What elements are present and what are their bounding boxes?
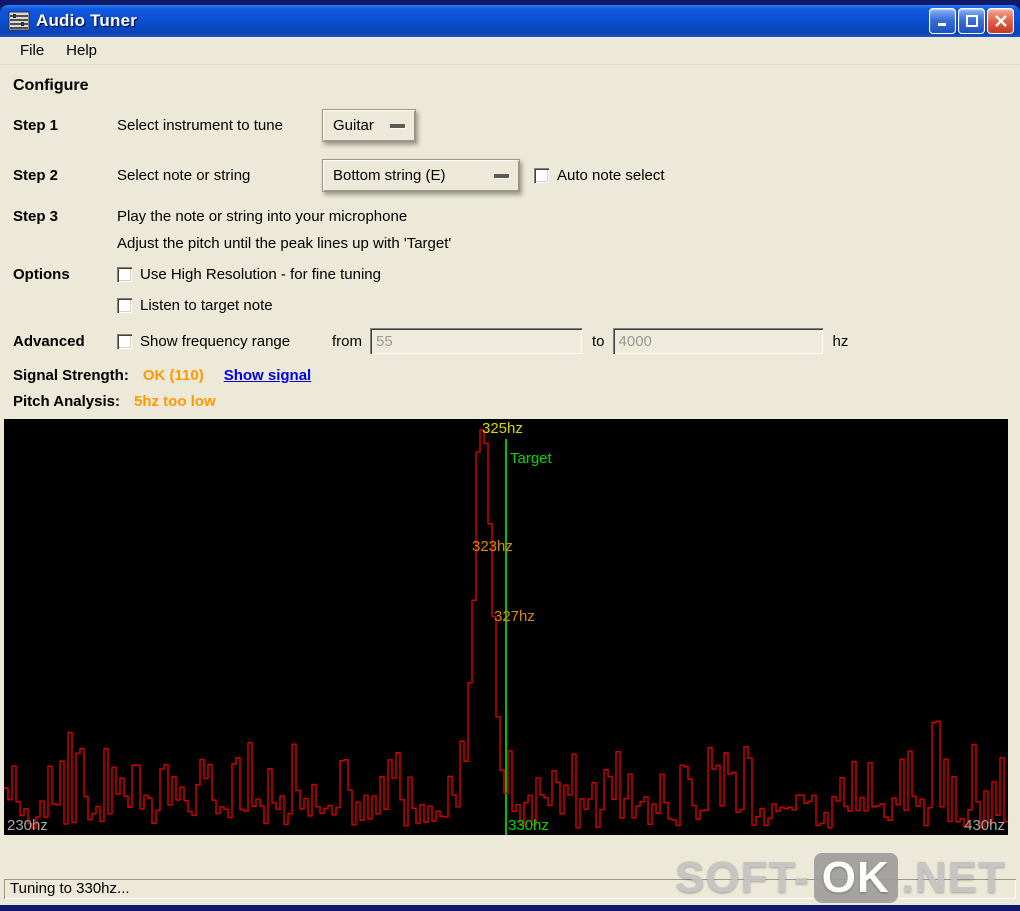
close-button[interactable] [987,8,1014,34]
title-bar[interactable]: Audio Tuner [0,5,1020,37]
menu-file[interactable]: File [10,39,54,62]
auto-note-checkbox[interactable] [534,168,549,183]
status-text: Tuning to 330hz... [4,879,1016,899]
spectrum-display: 325hz Target 323hz 327hz 230hz 330hz 430… [4,419,1008,835]
options-row: Options Use High Resolution - for fine t… [13,266,1016,283]
menu-help[interactable]: Help [56,39,107,62]
app-icon [8,11,30,31]
signal-strength-row: Signal Strength: OK (110) Show signal [13,367,1016,384]
to-label: to [592,332,605,350]
axis-center-label: 330hz [508,817,549,834]
step3-row: Step 3 Play the note or string into your… [13,208,1016,225]
app-window: Audio Tuner File Help Configure Step 1 S… [0,5,1020,905]
right-peak-label: 327hz [494,608,535,625]
show-signal-link[interactable]: Show signal [224,367,312,384]
listen-target-checkbox[interactable] [117,298,132,313]
maximize-icon [965,15,978,27]
dropdown-handle-icon [494,173,509,178]
step1-row: Step 1 Select instrument to tune Guitar [13,109,1016,142]
pitch-analysis-value: 5hz too low [133,393,216,410]
from-input[interactable] [370,328,582,354]
minimize-button[interactable] [929,8,956,34]
high-resolution-label: Use High Resolution - for fine tuning [140,266,381,283]
close-icon [994,15,1007,27]
auto-note-label: Auto note select [557,167,665,184]
left-peak-label: 323hz [472,538,513,555]
spectrum-canvas [4,429,1008,835]
instrument-dropdown[interactable]: Guitar [322,109,416,142]
step2-row: Step 2 Select note or string Bottom stri… [13,159,1016,192]
status-bar: Tuning to 330hz... [0,873,1020,905]
step1-label: Step 1 [13,117,59,134]
step1-description: Select instrument to tune [117,117,283,134]
note-dropdown[interactable]: Bottom string (E) [322,159,520,192]
listen-target-label: Listen to target note [140,297,273,314]
instrument-dropdown-value: Guitar [333,117,374,134]
frequency-range-label: Show frequency range [140,332,291,350]
step2-label: Step 2 [13,167,59,184]
step3-line1: Play the note or string into your microp… [117,208,408,225]
high-resolution-checkbox[interactable] [117,267,132,282]
dropdown-handle-icon [389,123,405,128]
axis-right-label: 430hz [964,817,1005,834]
hz-unit-label: hz [832,332,849,350]
maximize-button[interactable] [958,8,985,34]
signal-strength-label: Signal Strength: [13,367,129,384]
pitch-analysis-row: Pitch Analysis: 5hz too low [13,393,1016,410]
to-input[interactable] [612,328,823,354]
target-label: Target [510,450,552,467]
advanced-row: Advanced Show frequency range from to hz [13,328,1016,354]
options-label: Options [13,266,70,283]
signal-strength-value: OK (110) [142,367,204,384]
from-label: from [332,332,362,350]
note-dropdown-value: Bottom string (E) [333,167,446,184]
configure-heading: Configure [13,77,89,94]
minimize-icon [937,23,946,26]
step2-description: Select note or string [117,167,251,184]
menu-bar: File Help [0,37,1020,65]
step3-row2: Adjust the pitch until the peak lines up… [13,235,1016,252]
window-title: Audio Tuner [36,11,138,30]
frequency-range-checkbox[interactable] [117,333,132,349]
options-row2: Listen to target note [13,297,1016,314]
axis-left-label: 230hz [7,817,48,834]
peak-frequency-label: 325hz [482,420,523,437]
advanced-label: Advanced [13,332,85,350]
step3-line2: Adjust the pitch until the peak lines up… [117,235,452,252]
step3-label: Step 3 [13,208,59,225]
pitch-analysis-label: Pitch Analysis: [13,393,120,410]
content-area: Configure Step 1 Select instrument to tu… [0,65,1020,873]
